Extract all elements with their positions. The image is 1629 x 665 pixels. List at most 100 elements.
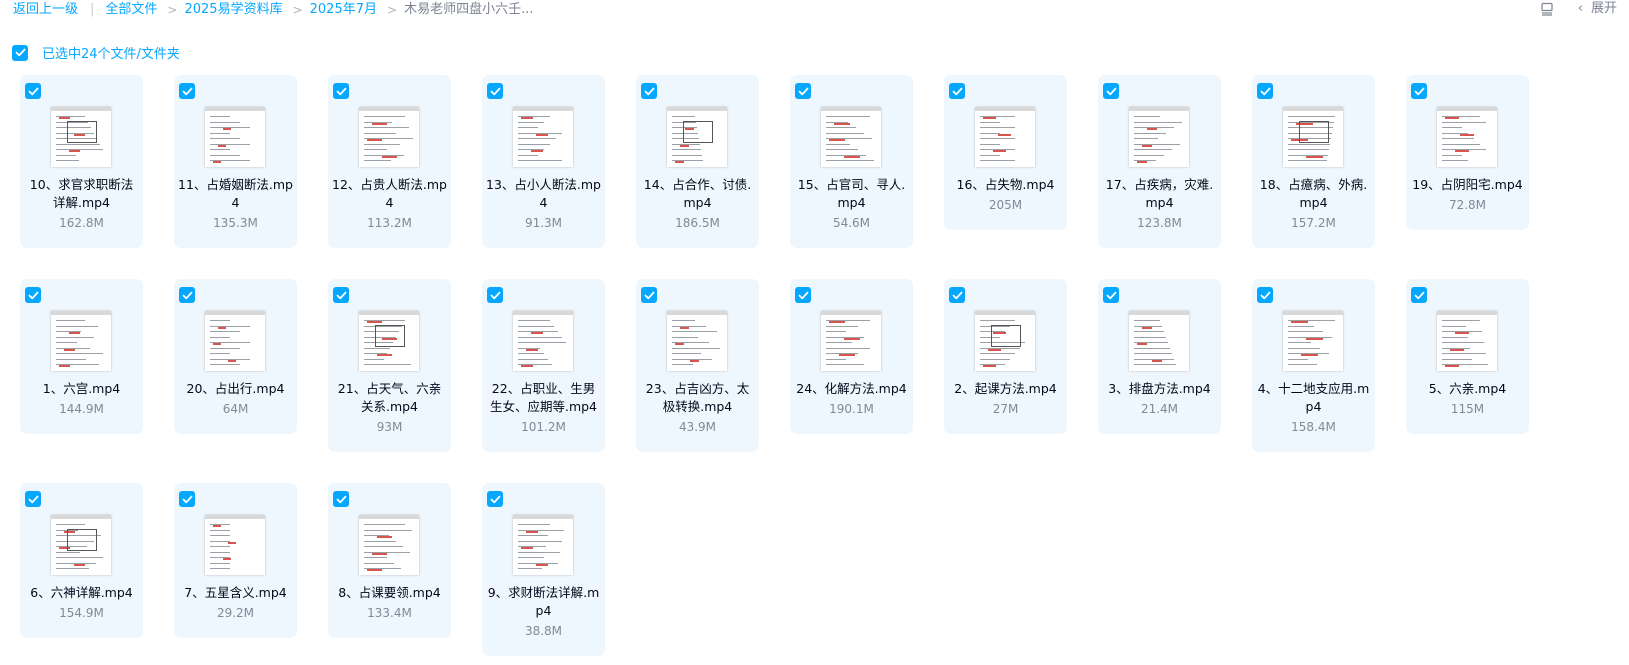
file-checkbox[interactable]: [25, 83, 41, 99]
file-card[interactable]: 6、六神详解.mp4 154.9M: [20, 483, 143, 638]
file-checkbox[interactable]: [795, 83, 811, 99]
checkmark-icon: [1260, 87, 1270, 95]
file-name[interactable]: 17、占疾病，灾难.mp4: [1102, 176, 1217, 212]
file-name[interactable]: 7、五星含义.mp4: [178, 584, 293, 602]
breadcrumb-item-library[interactable]: 2025易学资料库: [184, 1, 282, 19]
file-name[interactable]: 2、起课方法.mp4: [948, 380, 1063, 398]
file-name[interactable]: 16、占失物.mp4: [948, 176, 1063, 194]
file-card[interactable]: 8、占课要领.mp4 133.4M: [328, 483, 451, 638]
file-card[interactable]: 10、求官求职断法详解.mp4 162.8M: [20, 75, 143, 248]
video-thumbnail: [821, 107, 881, 167]
file-checkbox[interactable]: [333, 491, 349, 507]
file-name[interactable]: 12、占贵人断法.mp4: [332, 176, 447, 212]
file-card[interactable]: 1、六宫.mp4 144.9M: [20, 279, 143, 434]
checkmark-icon: [15, 48, 25, 57]
file-name[interactable]: 19、占阴阳宅.mp4: [1410, 176, 1525, 194]
file-checkbox[interactable]: [1257, 287, 1273, 303]
file-card[interactable]: 14、占合作、讨债.mp4 186.5M: [636, 75, 759, 248]
file-name[interactable]: 6、六神详解.mp4: [24, 584, 139, 602]
selection-count: 已选中24个文件/文件夹: [42, 47, 180, 62]
video-thumbnail: [51, 107, 111, 167]
file-card[interactable]: 13、占小人断法.mp4 91.3M: [482, 75, 605, 248]
file-name[interactable]: 18、占癔病、外病.mp4: [1256, 176, 1371, 212]
file-card[interactable]: 9、求财断法详解.mp4 38.8M: [482, 483, 605, 656]
file-name[interactable]: 20、占出行.mp4: [178, 380, 293, 398]
breadcrumb-separator-icon: >: [167, 3, 178, 17]
file-name[interactable]: 3、排盘方法.mp4: [1102, 380, 1217, 398]
file-checkbox[interactable]: [487, 491, 503, 507]
expand-button[interactable]: 展开: [1591, 0, 1617, 18]
select-all[interactable]: 已选中24个文件/文件夹: [12, 43, 180, 62]
file-name[interactable]: 24、化解方法.mp4: [794, 380, 909, 398]
file-checkbox[interactable]: [1411, 83, 1427, 99]
checkmark-icon: [798, 291, 808, 299]
file-checkbox[interactable]: [179, 83, 195, 99]
file-checkbox[interactable]: [1257, 83, 1273, 99]
file-name[interactable]: 13、占小人断法.mp4: [486, 176, 601, 212]
file-size: 205M: [988, 198, 1023, 212]
file-card[interactable]: 16、占失物.mp4 205M: [944, 75, 1067, 230]
file-name[interactable]: 22、占职业、生男生女、应期等.mp4: [486, 380, 601, 416]
file-checkbox[interactable]: [179, 491, 195, 507]
file-card[interactable]: 4、十二地支应用.mp4 158.4M: [1252, 279, 1375, 452]
file-checkbox[interactable]: [25, 491, 41, 507]
file-size: 154.9M: [59, 606, 104, 620]
select-all-checkbox[interactable]: [12, 44, 28, 61]
checkmark-icon: [644, 87, 654, 95]
file-card[interactable]: 7、五星含义.mp4 29.2M: [174, 483, 297, 638]
file-checkbox[interactable]: [1103, 83, 1119, 99]
list-view-icon[interactable]: [1540, 2, 1554, 16]
file-checkbox[interactable]: [333, 83, 349, 99]
file-checkbox[interactable]: [25, 287, 41, 303]
file-card[interactable]: 11、占婚姻断法.mp4 135.3M: [174, 75, 297, 248]
top-right-tools: ‹ 展开: [1540, 0, 1617, 18]
file-card[interactable]: 5、六亲.mp4 115M: [1406, 279, 1529, 434]
file-card[interactable]: 24、化解方法.mp4 190.1M: [790, 279, 913, 434]
video-thumbnail: [359, 107, 419, 167]
file-card[interactable]: 3、排盘方法.mp4 21.4M: [1098, 279, 1221, 434]
file-card[interactable]: 21、占天气、六亲关系.mp4 93M: [328, 279, 451, 452]
file-checkbox[interactable]: [487, 287, 503, 303]
file-name[interactable]: 4、十二地支应用.mp4: [1256, 380, 1371, 416]
file-checkbox[interactable]: [641, 287, 657, 303]
checkmark-icon: [952, 87, 962, 95]
file-card[interactable]: 22、占职业、生男生女、应期等.mp4 101.2M: [482, 279, 605, 452]
file-card[interactable]: 12、占贵人断法.mp4 113.2M: [328, 75, 451, 248]
file-name[interactable]: 14、占合作、讨债.mp4: [640, 176, 755, 212]
file-card[interactable]: 18、占癔病、外病.mp4 157.2M: [1252, 75, 1375, 248]
file-card[interactable]: 23、占吉凶方、太极转换.mp4 43.9M: [636, 279, 759, 452]
chevron-left-icon[interactable]: ‹: [1578, 0, 1583, 18]
file-name[interactable]: 1、六宫.mp4: [24, 380, 139, 398]
file-name[interactable]: 21、占天气、六亲关系.mp4: [332, 380, 447, 416]
file-card[interactable]: 15、占官司、寻人.mp4 54.6M: [790, 75, 913, 248]
file-card[interactable]: 2、起课方法.mp4 27M: [944, 279, 1067, 434]
file-size: 113.2M: [367, 216, 412, 230]
file-name[interactable]: 5、六亲.mp4: [1410, 380, 1525, 398]
file-checkbox[interactable]: [1411, 287, 1427, 303]
breadcrumb-item-month[interactable]: 2025年7月: [310, 1, 377, 19]
file-size: 133.4M: [367, 606, 412, 620]
checkmark-icon: [28, 87, 38, 95]
file-card[interactable]: 17、占疾病，灾难.mp4 123.8M: [1098, 75, 1221, 248]
file-card[interactable]: 20、占出行.mp4 64M: [174, 279, 297, 434]
file-checkbox[interactable]: [795, 287, 811, 303]
file-name[interactable]: 15、占官司、寻人.mp4: [794, 176, 909, 212]
file-checkbox[interactable]: [333, 287, 349, 303]
file-checkbox[interactable]: [949, 287, 965, 303]
checkmark-icon: [1414, 291, 1424, 299]
file-name[interactable]: 8、占课要领.mp4: [332, 584, 447, 602]
file-checkbox[interactable]: [949, 83, 965, 99]
breadcrumb-item-all-files[interactable]: 全部文件: [105, 1, 157, 19]
file-checkbox[interactable]: [179, 287, 195, 303]
checkmark-icon: [644, 291, 654, 299]
file-name[interactable]: 9、求财断法详解.mp4: [486, 584, 601, 620]
file-checkbox[interactable]: [487, 83, 503, 99]
file-card[interactable]: 19、占阴阳宅.mp4 72.8M: [1406, 75, 1529, 230]
back-link[interactable]: 返回上一级: [13, 1, 78, 19]
video-thumbnail: [513, 107, 573, 167]
file-name[interactable]: 11、占婚姻断法.mp4: [178, 176, 293, 212]
file-checkbox[interactable]: [641, 83, 657, 99]
file-checkbox[interactable]: [1103, 287, 1119, 303]
file-name[interactable]: 10、求官求职断法详解.mp4: [24, 176, 139, 212]
file-name[interactable]: 23、占吉凶方、太极转换.mp4: [640, 380, 755, 416]
